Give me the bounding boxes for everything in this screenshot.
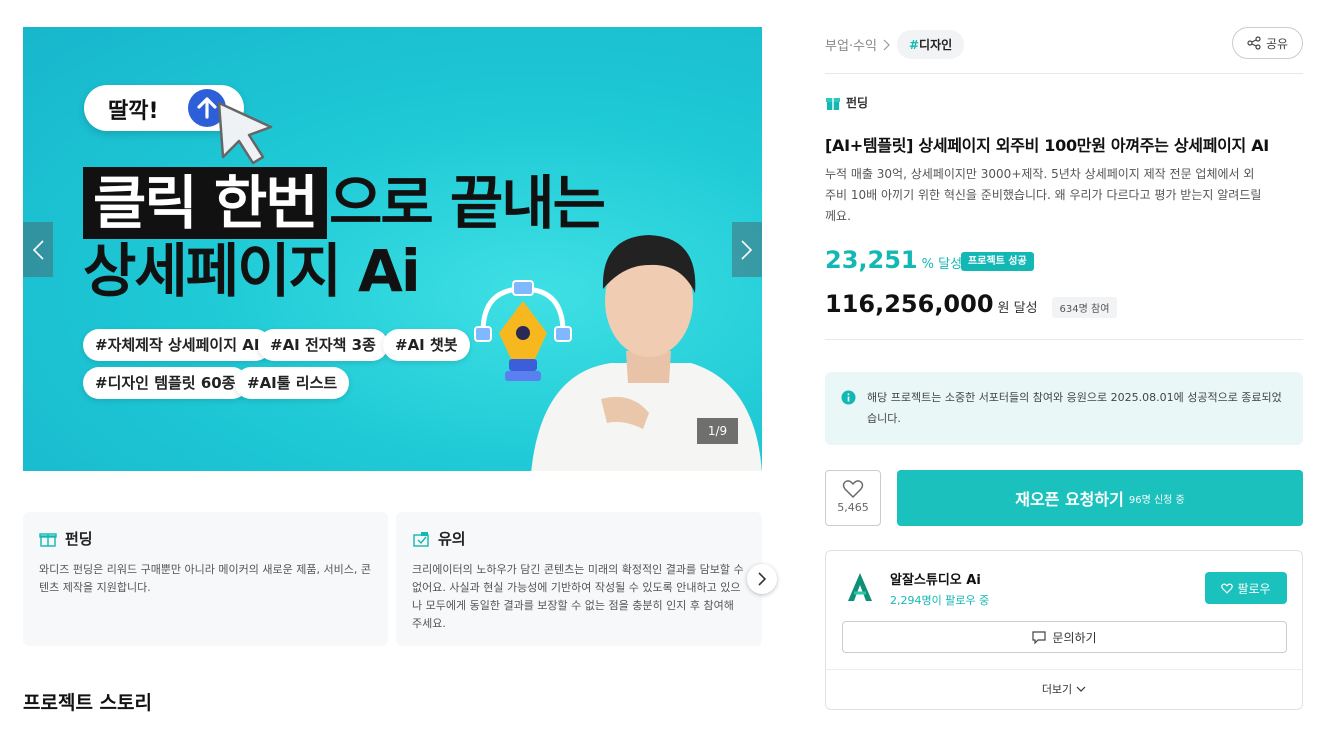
category-badge[interactable]: #디자인 [896, 30, 965, 59]
notice-text: 해당 프로젝트는 소중한 서포터들의 참여와 응원으로 2025.08.01에 … [867, 391, 1282, 425]
inquiry-button[interactable]: 문의하기 [842, 621, 1287, 653]
participants-badge: 634명 참여 [1051, 297, 1118, 318]
rate-value: 23,251 [825, 246, 918, 274]
reopen-label: 재오픈 요청하기 [1015, 490, 1124, 509]
hero-tag: #자체제작 상세페이지 AI [83, 329, 272, 361]
like-button[interactable]: 5,465 [825, 470, 881, 526]
more-label: 더보기 [1041, 683, 1073, 696]
info-card-title: 유의 [438, 530, 466, 548]
hero-tag: #디자인 템플릿 60종 [83, 367, 248, 399]
divider [825, 73, 1303, 74]
success-badge: 프로젝트 성공 [961, 252, 1034, 271]
info-icon [841, 390, 856, 405]
breadcrumb: 부업·수익 #디자인 [825, 30, 965, 59]
info-card-title: 펀딩 [65, 530, 93, 548]
maker-card: 알잘스튜디오 Ai 2,294명이 팔로우 중 팔로우 문의하기 더보기 [825, 550, 1303, 710]
chevron-down-icon [1076, 686, 1086, 692]
reopen-request-button[interactable]: 재오픈 요청하기 96명 신청 중 [897, 470, 1303, 526]
share-icon [1247, 36, 1261, 50]
hero-tag: #AI 챗봇 [383, 329, 470, 361]
amount-value: 116,256,000 [825, 290, 994, 318]
gift-icon [39, 532, 57, 547]
maker-logo [848, 573, 872, 601]
hero-next-button[interactable] [732, 222, 762, 277]
hero-tag: #AI 전자책 3종 [258, 329, 388, 361]
info-card-funding: 펀딩 와디즈 펀딩은 리워드 구매뿐만 아니라 메이커의 새로운 제품, 서비스… [23, 512, 388, 646]
info-next-button[interactable] [747, 564, 777, 594]
chevron-right-icon [758, 572, 767, 586]
like-count: 5,465 [837, 501, 869, 514]
hero-tag: #AI툴 리스트 [235, 367, 350, 399]
story-title: 프로젝트 스토리 [23, 692, 152, 714]
divider [825, 339, 1303, 340]
click-pill-label: 딸깍! [108, 99, 159, 124]
project-title: [AI+템플릿] 상세페이지 외주비 100만원 아껴주는 상세페이지 AI [825, 136, 1269, 155]
info-card-notice: 유의 크리에이터의 노하우가 담긴 콘텐츠는 미래의 확정적인 결과를 담보할 … [396, 512, 762, 646]
gift-icon [826, 97, 840, 110]
cursor-icon [217, 101, 273, 165]
reopen-sub: 96명 신청 중 [1128, 494, 1185, 506]
amount-unit: 원 달성 [997, 301, 1038, 316]
info-card-desc: 크리에이터의 노하우가 담긴 콘텐츠는 미래의 확정적인 결과를 담보할 수 없… [412, 563, 744, 630]
headline-line2: 상세페이지 Ai [83, 237, 421, 305]
chevron-right-icon [741, 240, 753, 260]
chat-icon [1032, 630, 1047, 644]
follow-label: 팔로우 [1237, 581, 1271, 596]
chevron-right-icon [883, 39, 890, 50]
raised-amount: 116,256,000 원 달성 634명 참여 [825, 290, 1118, 318]
slide-counter: 1/9 [697, 418, 738, 444]
heart-icon [842, 480, 864, 498]
headline-highlight: 클릭 한번 [83, 167, 327, 239]
inquiry-label: 문의하기 [1052, 630, 1097, 645]
share-label: 공유 [1265, 36, 1289, 51]
maker-name[interactable]: 알잘스튜디오 Ai [890, 569, 981, 588]
heart-icon [1221, 582, 1234, 594]
hero-prev-button[interactable] [23, 222, 53, 277]
breadcrumb-category[interactable]: 부업·수익 [825, 35, 877, 54]
rate-unit: % 달성 [921, 257, 963, 272]
funding-type-label: 펀딩 [846, 96, 869, 110]
hero-carousel[interactable]: 딸깍! 클릭 한번 으로 끝내는 상세페이지 Ai #자체제작 상세페이지 AI… [23, 27, 762, 471]
chevron-left-icon [32, 240, 44, 260]
divider [826, 669, 1302, 670]
box-icon [413, 531, 429, 547]
info-card-desc: 와디즈 펀딩은 리워드 구매뿐만 아니라 메이커의 새로운 제품, 서비스, 콘… [39, 563, 371, 594]
end-notice: 해당 프로젝트는 소중한 서포터들의 참여와 응원으로 2025.08.01에 … [825, 372, 1303, 445]
project-description: 누적 매출 30억, 상세페이지만 3000+제작. 5년차 상세페이지 제작 … [825, 167, 1262, 223]
more-button[interactable]: 더보기 [826, 681, 1302, 697]
follow-button[interactable]: 팔로우 [1205, 572, 1287, 604]
share-button[interactable]: 공유 [1232, 27, 1303, 59]
achievement-rate: 23,251 % 달성 [825, 246, 962, 274]
maker-followers: 2,294명이 팔로우 중 [890, 594, 990, 607]
funding-type: 펀딩 [825, 94, 868, 111]
